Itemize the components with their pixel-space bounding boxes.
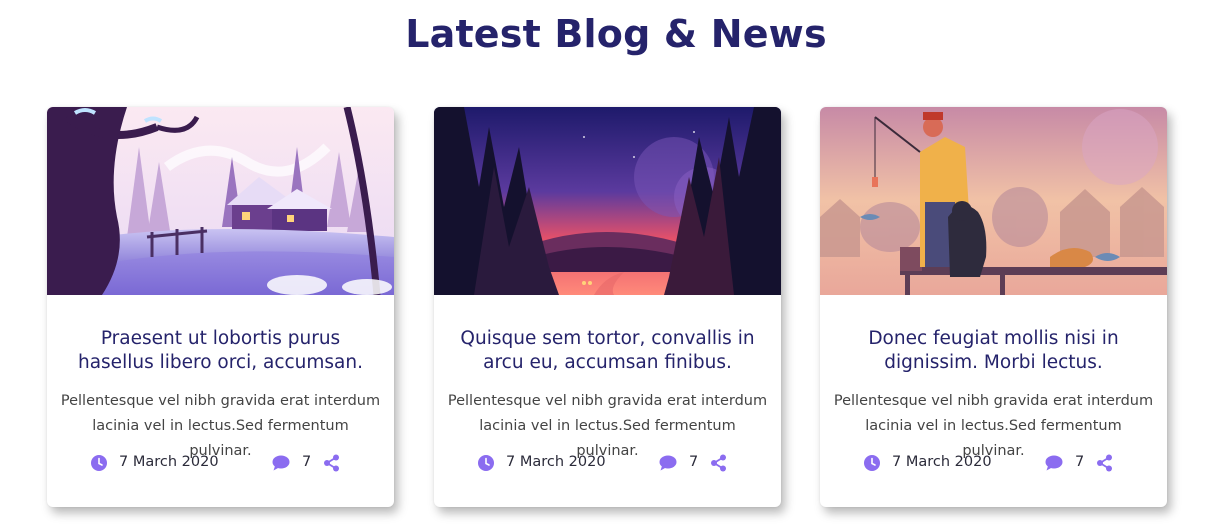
comment-count: 7 — [689, 454, 699, 470]
card-meta: 7 March 2020 7 — [434, 453, 781, 475]
comment-icon[interactable] — [272, 455, 290, 471]
post-date: 7 March 2020 — [119, 454, 219, 470]
post-date: 7 March 2020 — [506, 454, 606, 470]
post-date: 7 March 2020 — [892, 454, 992, 470]
card-image-forest-sunset[interactable] — [434, 107, 781, 295]
blog-card[interactable]: Donec feugiat mollis nisi in dignissim. … — [820, 107, 1167, 507]
comment-count: 7 — [1075, 454, 1085, 470]
card-meta: 7 March 2020 7 — [47, 453, 394, 475]
card-image-winter-cabin[interactable] — [47, 107, 394, 295]
card-image-fisherman-dog[interactable] — [820, 107, 1167, 295]
blog-card[interactable]: Quisque sem tortor, convallis in arcu eu… — [434, 107, 781, 507]
clock-icon — [478, 455, 494, 471]
card-meta: 7 March 2020 7 — [820, 453, 1167, 475]
card-title[interactable]: Praesent ut lobortis purus hasellus libe… — [61, 327, 380, 375]
clock-icon — [864, 455, 880, 471]
card-title[interactable]: Donec feugiat mollis nisi in dignissim. … — [834, 327, 1153, 375]
comment-icon[interactable] — [1045, 455, 1063, 471]
clock-icon — [91, 455, 107, 471]
blog-card[interactable]: Praesent ut lobortis purus hasellus libe… — [47, 107, 394, 507]
comment-icon[interactable] — [659, 455, 677, 471]
section-title: Latest Blog & News — [405, 12, 827, 56]
comment-count: 7 — [302, 454, 312, 470]
share-icon[interactable] — [710, 454, 727, 472]
card-title[interactable]: Quisque sem tortor, convallis in arcu eu… — [448, 327, 767, 375]
share-icon[interactable] — [323, 454, 340, 472]
share-icon[interactable] — [1096, 454, 1113, 472]
